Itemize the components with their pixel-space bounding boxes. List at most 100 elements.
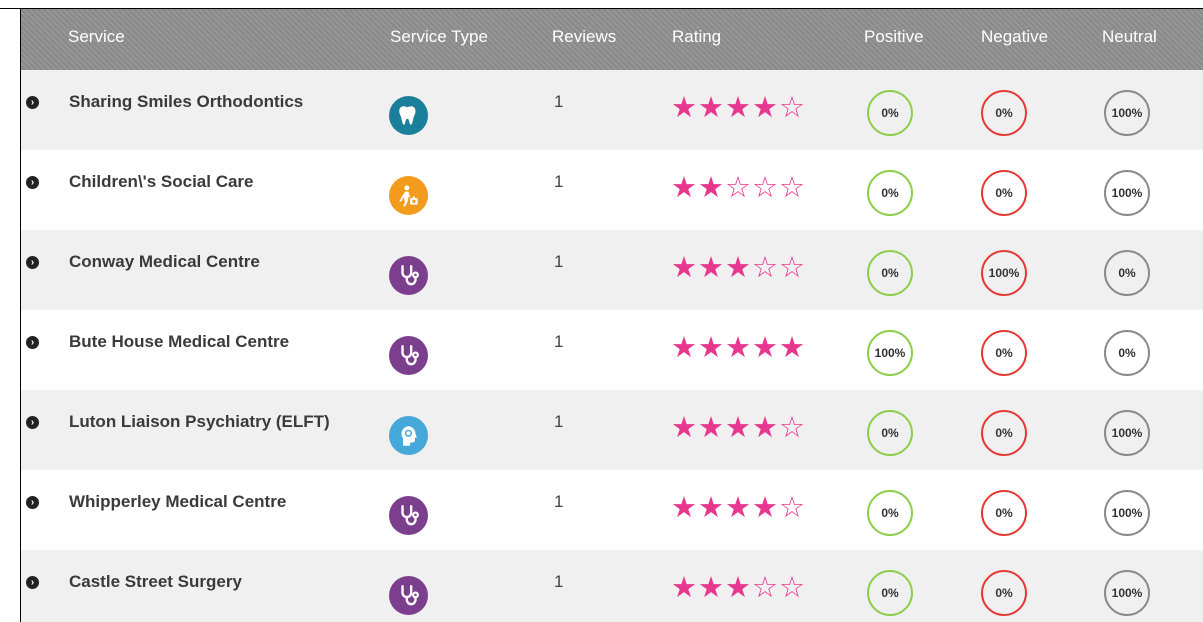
table-row[interactable]: › Children\'s Social Care 1 ★★☆☆☆ 0% 0% 100% <box>21 150 1203 230</box>
expand-arrow-icon[interactable]: › <box>26 496 39 509</box>
service-name[interactable]: Conway Medical Centre <box>69 252 260 272</box>
service-name[interactable]: Children\'s Social Care <box>69 172 254 192</box>
negative-percentage: 0% <box>981 330 1027 376</box>
star-filled-icon: ★ <box>698 170 725 204</box>
star-empty-icon: ☆ <box>752 170 779 204</box>
star-filled-icon: ★ <box>698 410 725 444</box>
review-count: 1 <box>554 492 564 511</box>
positive-percentage: 0% <box>867 570 913 616</box>
star-empty-icon: ☆ <box>779 570 806 604</box>
star-filled-icon: ★ <box>698 490 725 524</box>
star-filled-icon: ★ <box>698 570 725 604</box>
service-name[interactable]: Sharing Smiles Orthodontics <box>69 92 303 112</box>
negative-percentage: 0% <box>981 490 1027 536</box>
star-rating: ★★★☆☆ <box>671 572 806 602</box>
star-filled-icon: ★ <box>671 570 698 604</box>
stethoscope-icon <box>389 256 428 295</box>
star-filled-icon: ★ <box>725 330 752 364</box>
service-name[interactable]: Bute House Medical Centre <box>69 332 289 352</box>
negative-percentage: 0% <box>981 570 1027 616</box>
expand-arrow-icon[interactable]: › <box>26 416 39 429</box>
table-row[interactable]: › Bute House Medical Centre 1 ★★★★★ 100% 0% 0% <box>21 310 1203 390</box>
star-empty-icon: ☆ <box>779 90 806 124</box>
star-filled-icon: ★ <box>698 330 725 364</box>
neutral-percentage: 100% <box>1104 170 1150 216</box>
positive-percentage: 0% <box>867 490 913 536</box>
table-body: › Sharing Smiles Orthodontics 1 ★★★★☆ 0% 0% 10… <box>21 70 1203 622</box>
services-table: Service Service Type Reviews Rating Posi… <box>21 9 1203 622</box>
table-header: Service Service Type Reviews Rating Posi… <box>21 9 1203 70</box>
stethoscope-icon <box>389 496 428 535</box>
star-empty-icon: ☆ <box>779 490 806 524</box>
review-count: 1 <box>554 172 564 191</box>
column-header-reviews[interactable]: Reviews <box>552 27 616 47</box>
positive-percentage: 0% <box>867 250 913 296</box>
star-empty-icon: ☆ <box>725 170 752 204</box>
negative-percentage: 0% <box>981 170 1027 216</box>
column-header-service-type[interactable]: Service Type <box>390 27 488 47</box>
negative-percentage: 100% <box>981 250 1027 296</box>
star-filled-icon: ★ <box>671 490 698 524</box>
star-filled-icon: ★ <box>698 250 725 284</box>
star-rating: ★★☆☆☆ <box>671 172 806 202</box>
column-header-neutral[interactable]: Neutral <box>1102 27 1157 47</box>
expand-arrow-icon[interactable]: › <box>26 336 39 349</box>
star-filled-icon: ★ <box>725 90 752 124</box>
star-filled-icon: ★ <box>671 250 698 284</box>
star-filled-icon: ★ <box>752 490 779 524</box>
table-row[interactable]: › Castle Street Surgery 1 ★★★☆☆ 0% 0% 100% <box>21 550 1203 622</box>
stethoscope-icon <box>389 336 428 375</box>
mental-health-icon <box>389 416 428 455</box>
star-filled-icon: ★ <box>752 330 779 364</box>
star-rating: ★★★★☆ <box>671 92 806 122</box>
service-name[interactable]: Luton Liaison Psychiatry (ELFT) <box>69 412 330 432</box>
table-row[interactable]: › Sharing Smiles Orthodontics 1 ★★★★☆ 0% 0% 10… <box>21 70 1203 150</box>
star-filled-icon: ★ <box>725 490 752 524</box>
column-header-service[interactable]: Service <box>68 27 125 47</box>
star-rating: ★★★☆☆ <box>671 252 806 282</box>
column-header-positive[interactable]: Positive <box>864 27 924 47</box>
column-header-rating[interactable]: Rating <box>672 27 721 47</box>
star-empty-icon: ☆ <box>752 250 779 284</box>
neutral-percentage: 100% <box>1104 570 1150 616</box>
neutral-percentage: 0% <box>1104 250 1150 296</box>
tooth-icon <box>389 96 428 135</box>
star-filled-icon: ★ <box>671 170 698 204</box>
star-empty-icon: ☆ <box>779 170 806 204</box>
table-row[interactable]: › Luton Liaison Psychiatry (ELFT) 1 ★★★★☆ 0%… <box>21 390 1203 470</box>
neutral-percentage: 100% <box>1104 490 1150 536</box>
star-empty-icon: ☆ <box>752 570 779 604</box>
star-filled-icon: ★ <box>725 250 752 284</box>
service-name[interactable]: Castle Street Surgery <box>69 572 242 592</box>
star-empty-icon: ☆ <box>779 250 806 284</box>
expand-arrow-icon[interactable]: › <box>26 256 39 269</box>
neutral-percentage: 100% <box>1104 90 1150 136</box>
star-rating: ★★★★☆ <box>671 412 806 442</box>
stethoscope-icon <box>389 576 428 615</box>
positive-percentage: 0% <box>867 90 913 136</box>
star-filled-icon: ★ <box>671 90 698 124</box>
star-rating: ★★★★☆ <box>671 492 806 522</box>
neutral-percentage: 100% <box>1104 410 1150 456</box>
service-name[interactable]: Whipperley Medical Centre <box>69 492 286 512</box>
table-row[interactable]: › Whipperley Medical Centre 1 ★★★★☆ 0% 0% 100% <box>21 470 1203 550</box>
star-filled-icon: ★ <box>725 410 752 444</box>
star-empty-icon: ☆ <box>779 410 806 444</box>
star-filled-icon: ★ <box>671 410 698 444</box>
expand-arrow-icon[interactable]: › <box>26 176 39 189</box>
expand-arrow-icon[interactable]: › <box>26 96 39 109</box>
expand-arrow-icon[interactable]: › <box>26 576 39 589</box>
review-count: 1 <box>554 572 564 591</box>
star-filled-icon: ★ <box>698 90 725 124</box>
negative-percentage: 0% <box>981 90 1027 136</box>
neutral-percentage: 0% <box>1104 330 1150 376</box>
star-filled-icon: ★ <box>752 410 779 444</box>
star-rating: ★★★★★ <box>671 332 806 362</box>
column-header-negative[interactable]: Negative <box>981 27 1048 47</box>
table-row[interactable]: › Conway Medical Centre 1 ★★★☆☆ 0% 100% 0% <box>21 230 1203 310</box>
star-filled-icon: ★ <box>671 330 698 364</box>
review-count: 1 <box>554 412 564 431</box>
review-count: 1 <box>554 252 564 271</box>
star-filled-icon: ★ <box>725 570 752 604</box>
positive-percentage: 100% <box>867 330 913 376</box>
